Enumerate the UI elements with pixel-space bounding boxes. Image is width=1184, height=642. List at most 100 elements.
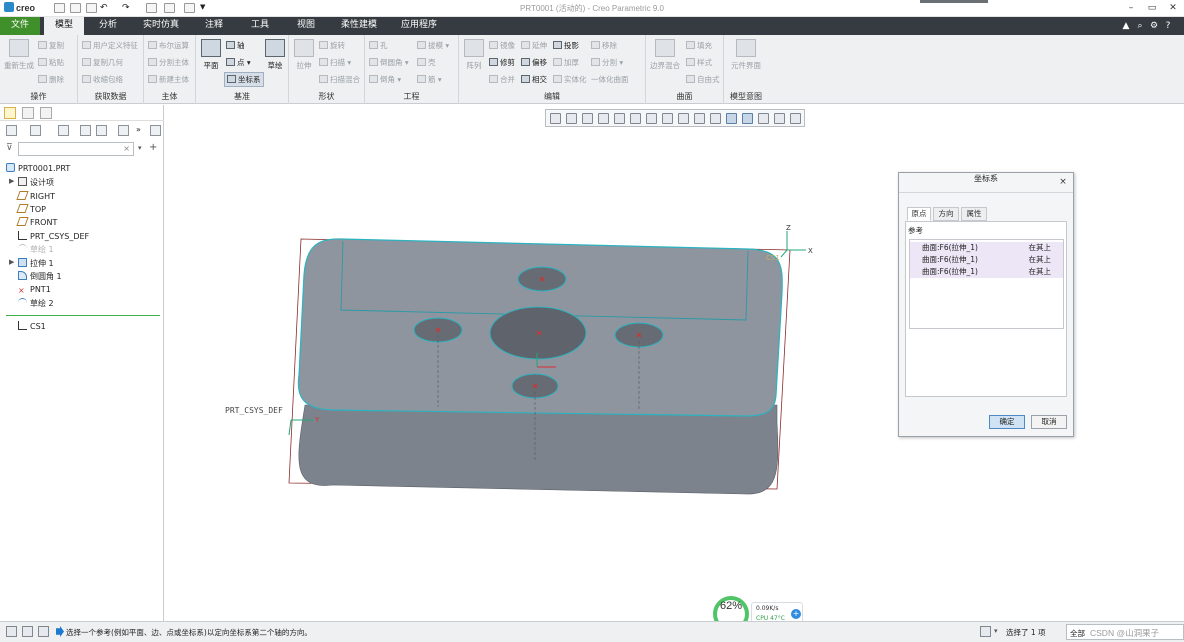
model-tree-tab-icon[interactable] [4,107,16,119]
selection-count[interactable]: 选择了 1 项 [1006,627,1046,638]
tree-filters-icon[interactable] [96,125,107,136]
group-label[interactable]: 获取数据 [78,91,143,102]
shell-button[interactable]: 壳 [417,57,436,68]
group-label[interactable]: 基准 [196,91,288,102]
tab-file[interactable]: 文件 [0,17,40,35]
tree-view-icon[interactable] [30,125,41,136]
tree-settings-icon[interactable] [80,125,91,136]
tree-item-top[interactable]: TOP [16,204,46,217]
tree-item-design-items[interactable]: ▶ 设计项 [9,177,54,190]
tab-tools[interactable]: 工具 [242,17,278,35]
expand-arrow-icon[interactable]: ▶ [9,258,14,266]
tab-analysis[interactable]: 分析 [90,17,126,35]
references-list[interactable]: 曲面:F6(拉伸_1) 在其上 曲面:F6(拉伸_1) 在其上 曲面:F6(拉伸_1… [909,239,1064,329]
mirror-button[interactable]: 镜像 [489,40,515,51]
restore-button[interactable]: ▭ [1145,1,1159,15]
trim-button[interactable]: 修剪 [489,57,515,68]
expand-icon[interactable]: » [136,125,147,136]
pattern-button[interactable]: 阵列 [462,39,486,71]
draft-button[interactable]: 拔模 ▾ [417,40,449,51]
split-body-button[interactable]: 分割主体 [148,57,189,68]
show-icon[interactable] [6,125,17,136]
split-button[interactable]: 分割 ▾ [591,57,623,68]
plane-button[interactable]: 平面 [199,39,223,71]
tree-item-front[interactable]: FRONT [16,217,57,230]
point-button[interactable]: 点 ▾ [226,57,251,68]
copy-button[interactable]: 复制 [38,40,64,51]
collapse-ribbon-icon[interactable]: ▲ [1120,20,1132,32]
boost-icon[interactable]: + [791,609,801,619]
close-icon[interactable]: × [1057,176,1069,188]
browser-icon[interactable] [22,626,33,637]
hole-center[interactable] [489,306,587,360]
group-label[interactable]: 编辑 [459,91,645,102]
extend-button[interactable]: 延伸 [521,40,547,51]
cancel-button[interactable]: 取消 [1031,415,1067,429]
tree-item-pnt1[interactable]: × PNT1 [18,285,51,298]
close-button[interactable]: ✕ [1166,1,1180,15]
boolean-button[interactable]: 布尔运算 [148,40,189,51]
tab-properties[interactable]: 属性 [961,207,987,221]
search-icon[interactable]: ⌕ [1134,20,1146,32]
group-label[interactable]: 工程 [365,91,458,102]
add-filter-icon[interactable]: + [149,142,157,153]
intersect-button[interactable]: 相交 [521,74,547,85]
group-label[interactable]: 曲面 [646,91,723,102]
sweep-button[interactable]: 扫描 ▾ [319,57,351,68]
folder-browser-tab-icon[interactable] [22,107,34,119]
tab-live-simulation[interactable]: 实时仿真 [136,17,186,35]
project-button[interactable]: 投影 [553,40,579,51]
tab-view[interactable]: 视图 [288,17,324,35]
boundary-blend-button[interactable]: 边界混合 [648,39,682,71]
tree-item-prt-csys-def[interactable]: PRT_CSYS_DEF [18,231,89,244]
solidify-button[interactable]: 实体化 [553,74,587,85]
tree-search-input[interactable]: × [18,142,134,156]
list-item[interactable]: 曲面:F6(拉伸_1) 在其上 [910,242,1063,254]
udf-button[interactable]: 用户定义特征 [82,40,138,51]
component-interface-button[interactable]: 元件界面 [726,39,766,71]
settings-icon[interactable]: ⚙ [1148,20,1160,32]
tab-applications[interactable]: 应用程序 [394,17,444,35]
hole-button[interactable]: 孔 [369,40,388,51]
tree-item-extrude-1[interactable]: ▶ 拉伸 1 [9,258,54,271]
new-body-button[interactable]: 新建主体 [148,74,189,85]
panel-menu-icon[interactable] [150,125,161,136]
swept-blend-button[interactable]: 扫描混合 [319,74,360,85]
regenerate-button[interactable]: 重新生成 [2,39,36,71]
tree-item-root[interactable]: PRT0001.PRT [6,163,70,176]
clear-search-icon[interactable]: × [123,144,130,153]
expand-arrow-icon[interactable]: ▶ [9,177,14,185]
unify-surface-button[interactable]: 一体化曲面 [591,74,629,85]
tree-columns-icon[interactable] [58,125,69,136]
selection-filter-icon[interactable] [980,626,991,637]
tab-origin[interactable]: 原点 [907,207,931,221]
tree-item-sketch-1[interactable]: 草绘 1 [18,244,54,257]
paste-button[interactable]: 粘贴 [38,57,64,68]
tab-orientation[interactable]: 方向 [933,207,959,221]
copy-geometry-button[interactable]: 复制几何 [82,57,123,68]
minimize-button[interactable]: – [1124,1,1138,15]
rib-button[interactable]: 筋 ▾ [417,74,442,85]
message-log-icon[interactable] [6,626,17,637]
tree-item-sketch-2[interactable]: 草绘 2 [18,298,54,311]
group-label[interactable]: 操作 [0,91,77,102]
remove-button[interactable]: 移除 [591,40,617,51]
fill-button[interactable]: 填充 [686,40,712,51]
tree-item-round-1[interactable]: 倒圆角 1 [18,271,62,284]
ok-button[interactable]: 确定 [989,415,1025,429]
extrude-button[interactable]: 拉伸 [292,39,316,71]
tab-flexible-modeling[interactable]: 柔性建模 [334,17,384,35]
merge-button[interactable]: 合并 [489,74,515,85]
tab-annotate[interactable]: 注释 [196,17,232,35]
help-icon[interactable]: ? [1162,20,1174,32]
round-button[interactable]: 倒圆角 ▾ [369,57,409,68]
offset-button[interactable]: 偏移 [521,57,547,68]
freestyle-button[interactable]: 自由式 [686,74,720,85]
sketch-button[interactable]: 草绘 [264,39,286,71]
list-item[interactable]: 曲面:F6(拉伸_1) 在其上 [910,266,1063,278]
list-item[interactable]: 曲面:F6(拉伸_1) 在其上 [910,254,1063,266]
insert-here-marker[interactable] [6,315,160,316]
axis-button[interactable]: 轴 [226,40,245,51]
delete-button[interactable]: 删除 [38,74,64,85]
layer-icon[interactable] [118,125,129,136]
